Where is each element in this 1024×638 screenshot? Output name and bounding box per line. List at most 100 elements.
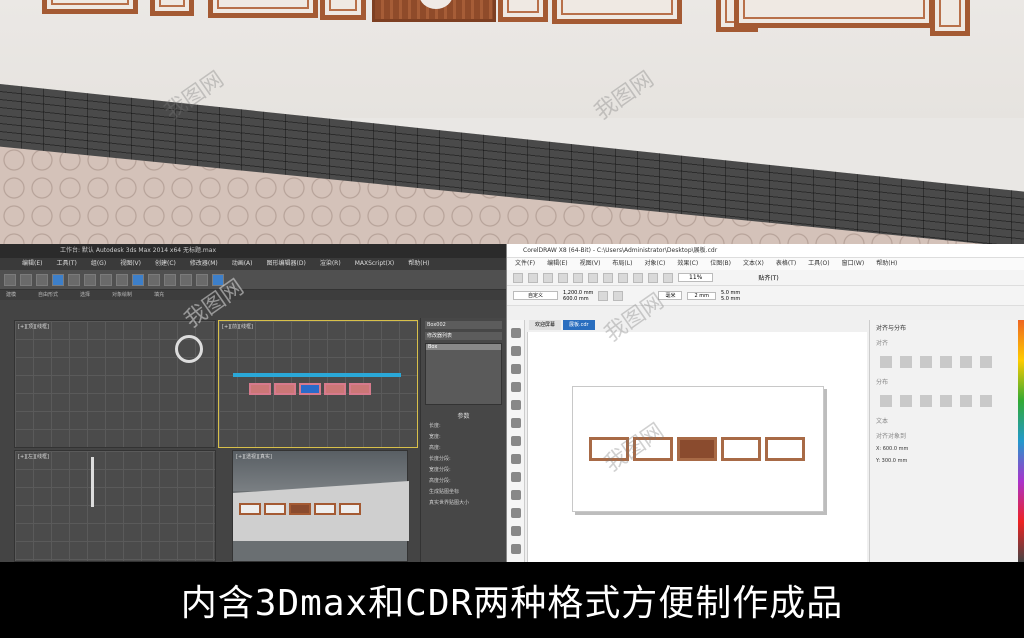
render-setup-icon[interactable] [196, 273, 208, 286]
cdr-menu-item[interactable]: 编辑(E) [547, 258, 567, 270]
rectangle-tool-icon[interactable] [511, 436, 521, 446]
cdr-menu-item[interactable]: 效果(C) [677, 258, 698, 270]
distribute-icon[interactable] [880, 395, 892, 407]
coord-x[interactable]: X: 600.0 mm [870, 443, 1019, 455]
rotate-icon[interactable] [84, 273, 96, 286]
param-row[interactable]: 长度分段: [421, 453, 506, 464]
ribbon-tab[interactable]: 填充 [154, 290, 164, 300]
max-menu-item[interactable]: 组(G) [91, 258, 106, 270]
new-doc-icon[interactable] [513, 272, 523, 283]
cdr-menu-item[interactable]: 窗口(W) [842, 258, 865, 270]
zoom-level[interactable]: 11% [678, 273, 714, 282]
undo-icon[interactable] [4, 273, 16, 286]
zoom-tool-icon[interactable] [511, 382, 521, 392]
undo-icon[interactable] [618, 272, 628, 283]
max-menu-item[interactable]: MAXScript(X) [355, 258, 395, 270]
print-icon[interactable] [558, 272, 568, 283]
redo-icon[interactable] [633, 272, 643, 283]
nudge-distance[interactable]: 2 mm [687, 291, 716, 300]
max-menu-item[interactable]: 视图(V) [120, 258, 141, 270]
param-row[interactable]: 高度: [421, 442, 506, 453]
paste-icon[interactable] [603, 272, 613, 283]
select-region-icon[interactable] [52, 273, 64, 286]
max-menu-item[interactable]: 渲染(R) [320, 258, 341, 270]
align-right-icon[interactable] [920, 356, 932, 368]
landscape-icon[interactable] [613, 290, 624, 301]
dup-distance-y[interactable]: 5.0 mm [721, 296, 740, 302]
render-icon[interactable] [212, 273, 224, 286]
redo-icon[interactable] [20, 273, 32, 286]
ribbon-tab[interactable]: 自由形式 [38, 290, 58, 300]
color-palette[interactable] [1018, 320, 1024, 562]
ribbon-tab[interactable]: 对象绘制 [112, 290, 132, 300]
artistic-media-icon[interactable] [511, 418, 521, 428]
shape-tool-icon[interactable] [511, 346, 521, 356]
text-tool-icon[interactable] [511, 490, 521, 500]
modifier-list[interactable]: 修改器列表 [425, 332, 502, 340]
cdr-menu-item[interactable]: 位图(B) [710, 258, 731, 270]
portrait-icon[interactable] [598, 290, 609, 301]
material-editor-icon[interactable] [180, 273, 192, 286]
move-icon[interactable] [68, 273, 80, 286]
max-menu-item[interactable]: 创建(C) [155, 258, 176, 270]
cut-icon[interactable] [573, 272, 583, 283]
cdr-menu-item[interactable]: 对象(C) [644, 258, 665, 270]
select-icon[interactable] [36, 273, 48, 286]
distribute-icon[interactable] [900, 395, 912, 407]
cdr-menu-item[interactable]: 文件(F) [515, 258, 535, 270]
freehand-tool-icon[interactable] [511, 400, 521, 410]
page-height[interactable]: 600.0 mm [563, 296, 593, 302]
ribbon-tab[interactable]: 建模 [6, 290, 16, 300]
coord-y[interactable]: Y: 300.0 mm [870, 455, 1019, 467]
copy-icon[interactable] [588, 272, 598, 283]
param-row[interactable]: 长度: [421, 420, 506, 431]
tab-document[interactable]: 展板.cdr [563, 320, 595, 330]
param-row[interactable]: 高度分段: [421, 475, 506, 486]
layer-icon[interactable] [164, 273, 176, 286]
open-icon[interactable] [528, 272, 538, 283]
snap-icon[interactable] [116, 273, 128, 286]
drawing-canvas[interactable] [527, 332, 867, 562]
viewport-left[interactable]: [+][左][线框] [14, 450, 216, 562]
align-left-icon[interactable] [880, 356, 892, 368]
checkbox-realworld[interactable]: 真实世界贴图大小 [421, 497, 506, 508]
tab-welcome[interactable]: 欢迎屏幕 [529, 320, 562, 330]
max-menu-item[interactable]: 编辑(E) [22, 258, 42, 270]
cdr-menu-item[interactable]: 表格(T) [776, 258, 796, 270]
max-menu-item[interactable]: 帮助(H) [408, 258, 429, 270]
distribute-icon[interactable] [960, 395, 972, 407]
mirror-icon[interactable] [132, 273, 144, 286]
cdr-menu-item[interactable]: 文本(X) [743, 258, 764, 270]
dropshadow-tool-icon[interactable] [511, 526, 521, 536]
viewport-front[interactable]: [+][前][线框] [218, 320, 418, 448]
align-center-h-icon[interactable] [900, 356, 912, 368]
cdr-menu-item[interactable]: 布局(L) [612, 258, 632, 270]
cdr-menu-item[interactable]: 工具(O) [808, 258, 829, 270]
scale-icon[interactable] [100, 273, 112, 286]
cdr-menu-item[interactable]: 视图(V) [580, 258, 601, 270]
param-row[interactable]: 宽度: [421, 431, 506, 442]
crop-tool-icon[interactable] [511, 364, 521, 374]
distribute-icon[interactable] [980, 395, 992, 407]
cdr-menu-item[interactable]: 帮助(H) [876, 258, 897, 270]
page-preset[interactable]: 自定义 [513, 291, 559, 300]
stack-item[interactable]: Box [426, 344, 501, 350]
param-row[interactable]: 宽度分段: [421, 464, 506, 475]
pick-tool-icon[interactable] [511, 328, 521, 338]
export-icon[interactable] [663, 272, 673, 283]
align-top-icon[interactable] [940, 356, 952, 368]
align-center-v-icon[interactable] [960, 356, 972, 368]
align-icon[interactable] [148, 273, 160, 286]
units-select[interactable]: 毫米 [658, 291, 683, 300]
modifier-stack[interactable]: Box [425, 343, 502, 405]
viewport-top[interactable]: [+][顶][线框] [14, 320, 216, 448]
save-icon[interactable] [543, 272, 553, 283]
max-menu-item[interactable]: 图形编辑器(D) [267, 258, 306, 270]
max-menu-item[interactable]: 修改器(M) [190, 258, 218, 270]
object-name-field[interactable]: Box002 [425, 321, 502, 329]
max-menu-item[interactable]: 工具(T) [56, 258, 76, 270]
ellipse-tool-icon[interactable] [511, 454, 521, 464]
connector-tool-icon[interactable] [511, 508, 521, 518]
distribute-icon[interactable] [920, 395, 932, 407]
snap-menu[interactable]: 贴齐(T) [758, 273, 778, 282]
